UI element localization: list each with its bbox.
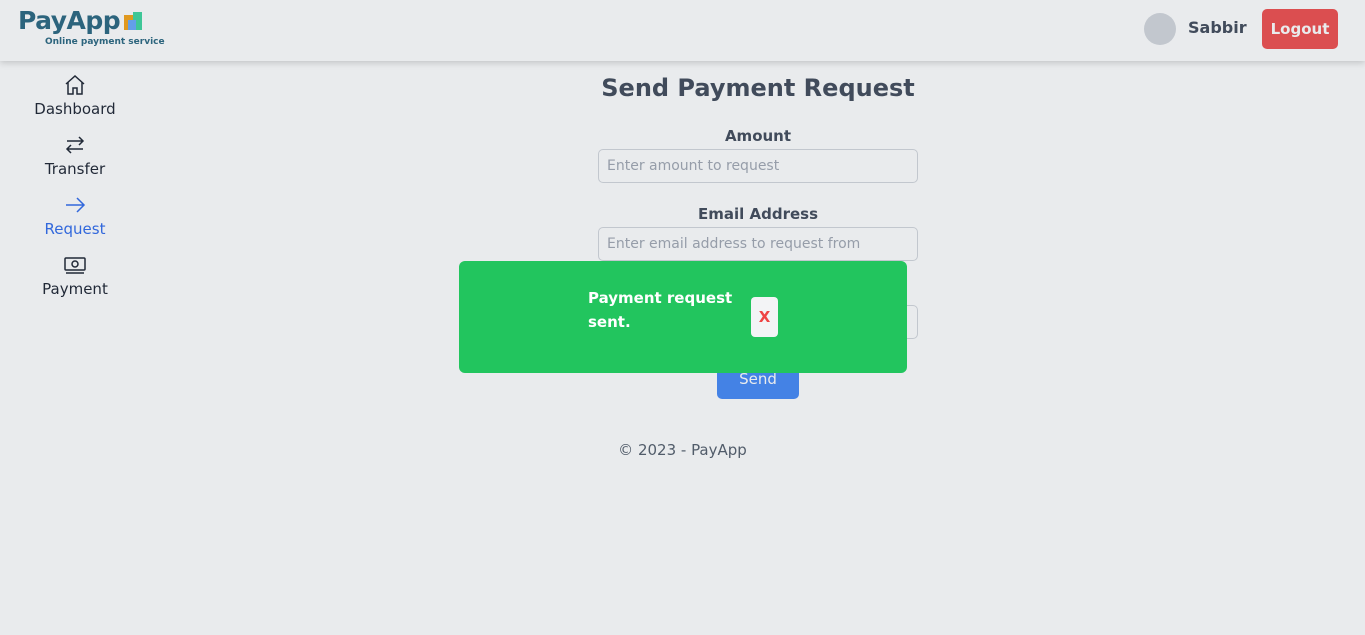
toast-close-button[interactable]: X [751, 297, 778, 337]
toast-message: Payment request sent. [588, 289, 733, 331]
success-toast: Payment request sent. X [459, 261, 907, 373]
